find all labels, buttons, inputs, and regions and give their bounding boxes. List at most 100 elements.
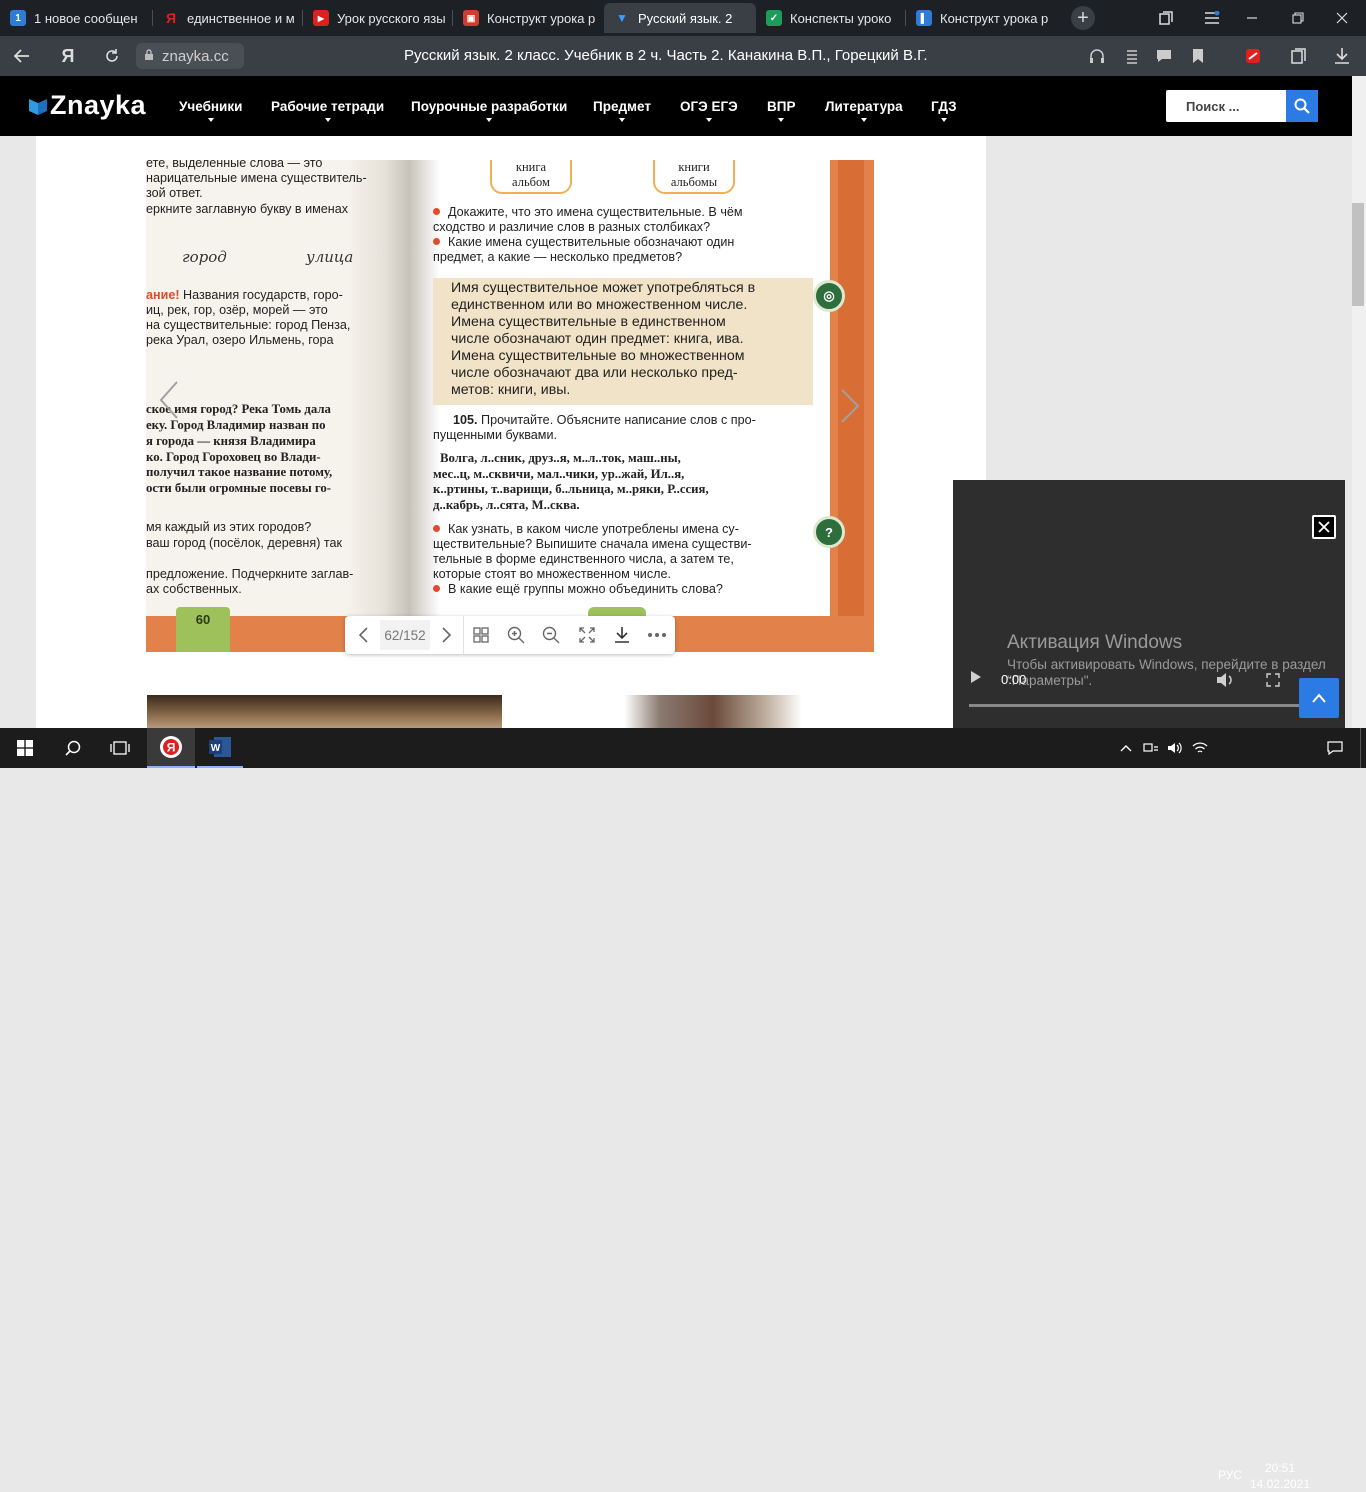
language-indicator[interactable]: РУС [1218,1468,1242,1482]
grid-icon[interactable] [469,616,493,654]
play-icon[interactable] [970,670,982,689]
site-header: Znayka Учебники Рабочие тетради Поурочны… [0,76,1352,136]
text-line: иц, рек, гор, озёр, морей — это [146,303,328,317]
presentation-tab-icon: ▣ [463,10,479,26]
comment-icon[interactable] [1152,44,1176,68]
tab-label: Конспекты уроко [790,10,892,26]
word-taskbar[interactable]: W [197,728,243,768]
video-progress-bar[interactable] [969,704,1299,707]
url-field[interactable]: znayka.cc [136,43,244,69]
start-button[interactable] [4,728,46,768]
menu-label: Поурочные разработки [411,98,568,114]
next-page-button[interactable] [435,616,459,654]
zoom-in-icon[interactable] [504,616,528,654]
search-taskbar-button[interactable] [52,728,94,768]
scrollbar-thumb[interactable] [1352,203,1364,306]
page-scrollbar[interactable] [1352,76,1366,728]
menu-textbooks[interactable]: Учебники [179,76,242,136]
restore-icon[interactable] [1286,6,1310,30]
question-mark-icon: ? [813,516,845,548]
back-icon[interactable] [10,44,34,68]
clock-date: 14.02.2021 [1250,1477,1311,1491]
headphones-icon[interactable] [1085,44,1109,68]
collections-icon[interactable] [1286,44,1310,68]
more-icon[interactable] [645,616,669,654]
network-icon[interactable] [1141,728,1161,768]
text-line: еркните заглавную букву в именах [146,202,349,216]
text-line: река Урал, озеро Ильмень, гора [146,333,334,347]
attention-label: ание! [146,288,180,302]
text-line: предмет, а какие — несколько предметов? [433,250,683,264]
chevron-up-icon[interactable] [1116,728,1136,768]
speaker-icon[interactable] [1165,728,1185,768]
rule-line: Имя существительное может употребляться … [451,280,756,296]
clock[interactable]: 20:51 14.02.2021 [1250,1460,1310,1492]
video-fullscreen-icon[interactable] [1266,673,1280,692]
video-player[interactable] [953,480,1345,728]
tab-6[interactable]: ✓ Конспекты уроко [756,3,904,33]
tabs-icon[interactable] [1154,6,1178,30]
close-window-icon[interactable] [1330,6,1354,30]
next-page-arrow[interactable] [840,388,860,433]
tab-5-active[interactable]: ▼ Русский язык. 2 [604,3,756,33]
rule-line: Имена существительные во множественном [451,348,745,364]
prev-page-arrow[interactable] [159,380,179,429]
author-photo[interactable] [147,695,502,728]
menu-lesson-plans[interactable]: Поурочные разработки [411,76,567,136]
menu-gdz[interactable]: ГДЗ [931,76,957,136]
notifications-icon[interactable] [1320,728,1350,768]
word-box: книга альбом [490,160,572,194]
menu-oge-ege[interactable]: ОГЭ ЕГЭ [680,76,738,136]
words-line: к..ртины, т..варищи, б..льница, м..ряки,… [433,482,709,496]
znayka-tab-icon: ▼ [616,11,628,25]
minimize-icon[interactable] [1240,6,1264,30]
fullscreen-icon[interactable] [575,616,599,654]
menu-literature[interactable]: Литература [825,76,903,136]
windows-icon [17,740,33,756]
menu-label: Предмет [593,98,651,114]
activation-title: Активация Windows [1007,632,1183,653]
menu-vpr[interactable]: ВПР [767,76,795,136]
prev-page-button[interactable] [351,616,375,654]
tab-3[interactable]: ▶ Урок русского язы [303,3,451,33]
text-line: пущенными буквами. [433,428,557,442]
download-icon[interactable] [1330,44,1354,68]
site-logo[interactable]: Znayka [28,90,146,121]
chevron-down-icon [705,118,712,122]
yandex-icon[interactable]: Я [56,44,80,68]
task-view-button[interactable] [99,728,141,768]
rule-line: числе обозначают два или несколько пред- [451,365,738,381]
page-counter[interactable]: 62/152 [380,620,430,650]
zoom-out-icon[interactable] [539,616,563,654]
tab-1[interactable]: 1 1 новое сообщен [0,3,150,33]
exercise-header: 105. Прочитайте. Объясните написание сло… [453,413,756,427]
tab-label: 1 новое сообщен [34,10,138,26]
reload-icon[interactable] [100,44,124,68]
bookmark-icon[interactable] [1186,44,1210,68]
menu-subject[interactable]: Предмет [593,76,651,136]
author-photo[interactable] [518,695,873,728]
chevron-down-icon [207,118,214,122]
scroll-to-top-button[interactable] [1299,678,1339,718]
show-desktop-button[interactable] [1360,728,1366,768]
text-line: предложение. Подчеркните заглав- [146,567,354,581]
tab-4[interactable]: ▣ Конструкт урока р [453,3,603,33]
tab-label: Урок русского язы [337,10,446,26]
menu-icon[interactable] [1200,6,1224,30]
download-book-icon[interactable] [610,616,634,654]
yandex-browser-taskbar[interactable]: Я [147,728,195,768]
book-viewer: 60 ете, выделенные слова — это нарицател… [146,160,874,652]
reader-icon[interactable] [1120,44,1144,68]
close-video-button[interactable] [1312,515,1336,539]
vk-tab-icon: 1 [10,10,26,26]
new-tab-button[interactable]: + [1071,6,1095,30]
volume-icon[interactable] [1216,672,1234,693]
words-line: д..кабрь, л..сята, М..сква. [433,498,580,512]
menu-workbooks[interactable]: Рабочие тетради [271,76,384,136]
extension-icon[interactable] [1241,44,1265,68]
tab-7[interactable]: ▌ Конструкт урока р [906,3,1056,33]
search-button[interactable] [1286,90,1318,122]
tab-2[interactable]: Я единственное и м [153,3,301,33]
search-input[interactable]: Поиск ... [1166,90,1286,122]
wifi-icon[interactable] [1189,728,1211,768]
